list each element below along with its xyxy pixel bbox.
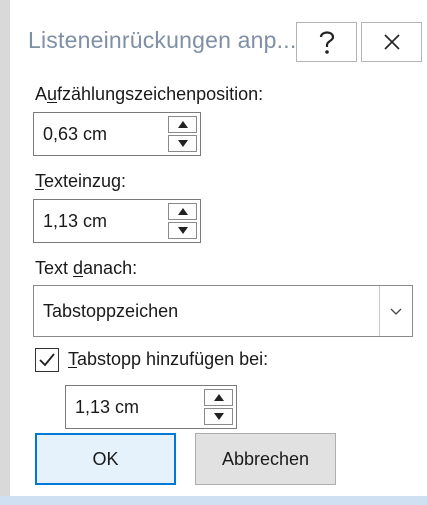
follow-number-select[interactable]: Tabstoppzeichen [33,285,413,337]
bullet-position-up-button[interactable] [168,116,197,133]
tab-stop-up-button[interactable] [204,389,233,406]
tab-stop-arrows [204,389,233,425]
tab-stop-down-button[interactable] [204,408,233,425]
checkmark-icon [39,353,55,367]
bullet-position-label-post: fzählungszeichenposition: [57,84,264,104]
add-tab-stop-label-post: abstopp hinzufügen bei: [77,349,269,369]
follow-number-dropdown-button[interactable] [379,286,412,336]
bullet-position-value[interactable]: 0,63 cm [43,124,107,145]
add-tab-stop-label-accel: T [68,349,77,369]
dialog-title: Listeneinrückungen anp... [28,27,297,53]
arrow-up-icon [177,208,188,215]
text-indent-value[interactable]: 1,13 cm [43,211,107,232]
cancel-button[interactable]: Abbrechen [195,433,336,485]
window-bottom-edge [0,496,427,505]
tab-stop-value[interactable]: 1,13 cm [75,397,139,418]
follow-number-selected: Tabstoppzeichen [43,301,179,321]
window-left-edge [0,0,10,505]
text-indent-label-post: exteinzug: [44,171,127,191]
follow-number-label-post: anach: [83,258,138,278]
close-icon [383,34,400,50]
bullet-position-stepper[interactable]: 0,63 cm [33,112,201,156]
arrow-down-icon [177,227,188,234]
arrow-up-icon [177,121,188,128]
help-button[interactable] [296,22,357,62]
bullet-position-arrows [168,116,197,152]
add-tab-stop-label[interactable]: Tabstopp hinzufügen bei: [68,349,268,370]
chevron-down-icon [390,308,402,315]
text-indent-stepper[interactable]: 1,13 cm [33,199,201,243]
follow-number-label-pre: Text [35,258,74,278]
bullet-position-label-accel: u [47,84,58,104]
ok-button[interactable]: OK [35,433,176,485]
bullet-position-down-button[interactable] [168,135,197,152]
arrow-up-icon [213,394,224,401]
text-indent-arrows [168,203,197,239]
follow-number-label: Text danach: [35,258,137,279]
follow-number-label-accel: d [73,258,84,278]
text-indent-down-button[interactable] [168,222,197,239]
arrow-down-icon [177,140,188,147]
indent-dialog: Listeneinrückungen anp... Aufzählungszei… [0,0,427,505]
help-icon [319,31,334,54]
bullet-position-label-pre: A [35,84,48,104]
text-indent-label: Texteinzug: [35,171,126,192]
bullet-position-label: Aufzählungszeichenposition: [35,84,263,105]
arrow-down-icon [213,413,224,420]
add-tab-stop-checkbox[interactable] [35,348,59,372]
title-bar[interactable]: Listeneinrückungen anp... [10,0,427,78]
tab-stop-stepper[interactable]: 1,13 cm [65,385,237,429]
text-indent-up-button[interactable] [168,203,197,220]
close-button[interactable] [361,22,422,62]
text-indent-label-accel: T [35,171,44,191]
